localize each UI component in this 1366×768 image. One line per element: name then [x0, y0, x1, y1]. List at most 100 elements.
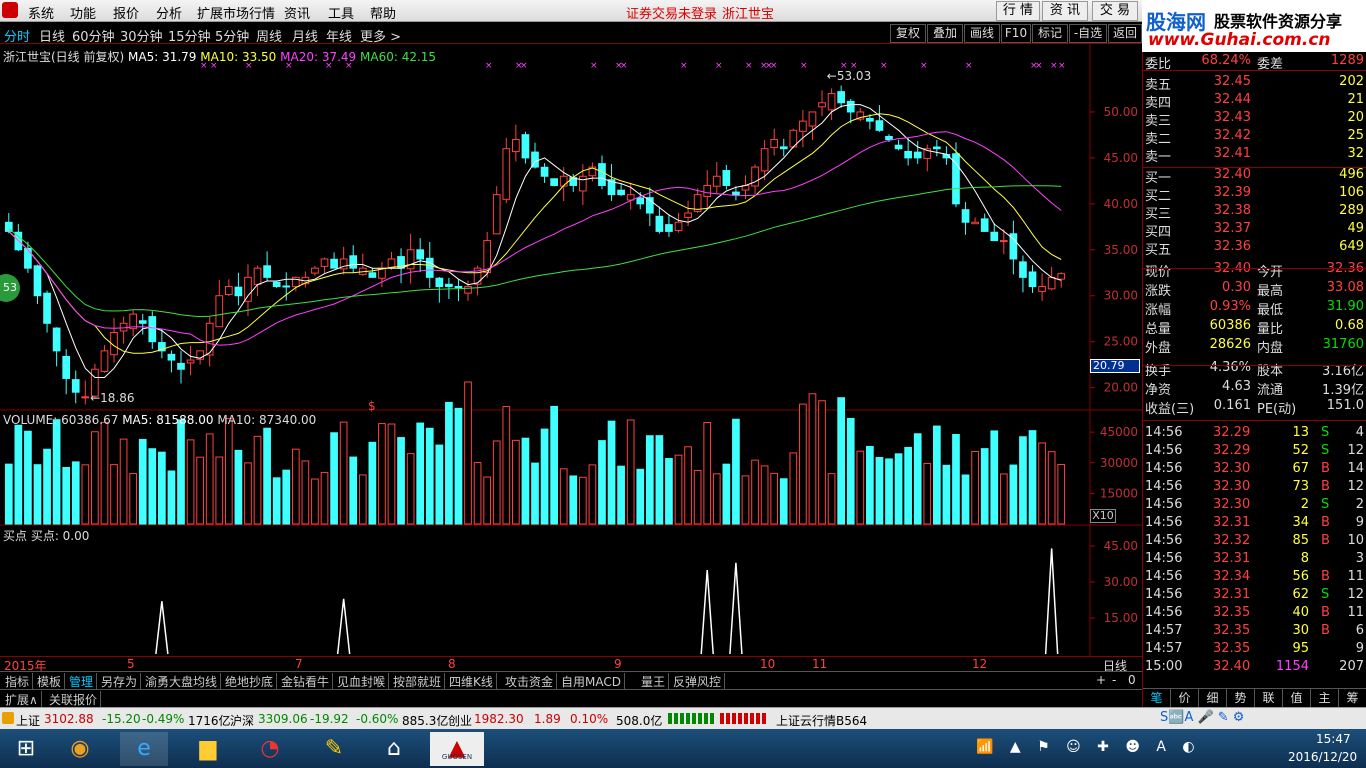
news-button[interactable]: 资 讯 [1042, 1, 1088, 21]
login-warning[interactable]: 证券交易未登录 [626, 3, 717, 22]
quote-row-3[interactable]: 总量 60386 量比 0.68 [1143, 317, 1366, 337]
menu-help[interactable]: 帮助 [370, 3, 396, 22]
tick-row[interactable]: 14:57 32.35 30 B 6 [1143, 622, 1366, 640]
menu-news[interactable]: 资讯 [284, 3, 310, 22]
buy-level-2[interactable]: 买二 32.39 106 [1143, 184, 1366, 204]
tick-row[interactable]: 14:56 32.31 8 3 [1143, 550, 1366, 568]
tray-icons[interactable]: 📶 ▲ ⚑ ☺ ✚ ☻ A ◐ [976, 739, 1201, 755]
menu-system[interactable]: 系统 [28, 3, 54, 22]
adjust-button[interactable]: 复权 [890, 24, 926, 43]
period-tab-intraday[interactable]: 分时 [4, 26, 30, 45]
detail-tab-4[interactable]: 联 [1255, 689, 1283, 707]
guosen-app-icon[interactable]: ▲ GUOSEN [430, 732, 484, 766]
tick-row[interactable]: 14:56 32.31 34 B 9 [1143, 514, 1366, 532]
quote-row-1[interactable]: 涨跌 0.30 最高 33.08 [1143, 279, 1366, 299]
sell-level-4[interactable]: 卖四 32.44 21 [1143, 91, 1366, 111]
formula-tab-2[interactable]: 管理 [66, 673, 98, 689]
tick-row[interactable]: 14:56 32.29 13 S 4 [1143, 424, 1366, 442]
menu-analysis[interactable]: 分析 [156, 3, 182, 22]
detail-tab-2[interactable]: 细 [1199, 689, 1227, 707]
sh-label[interactable]: 上证 [16, 712, 40, 729]
ie-icon[interactable]: e [120, 732, 168, 766]
tick-row[interactable]: 14:56 32.34 56 B 11 [1143, 568, 1366, 586]
formula-tab-12[interactable]: 量王 [638, 673, 670, 689]
formula-tab-1[interactable]: 模板 [34, 673, 66, 689]
market-button[interactable]: 行 情 [996, 1, 1040, 21]
detail-tab-0[interactable]: 笔 [1143, 689, 1171, 707]
tick-row[interactable]: 14:56 32.32 85 B 10 [1143, 532, 1366, 550]
formula-tab-9[interactable]: 四维K线 [446, 673, 497, 689]
sell-level-1[interactable]: 卖一 32.41 32 [1143, 145, 1366, 165]
tick-row[interactable]: 14:56 32.35 40 B 11 [1143, 604, 1366, 622]
weibi-row[interactable]: 委比 68.24% 委差 1289 [1143, 52, 1366, 72]
related-quote-tab[interactable]: 关联报价 [46, 691, 102, 707]
sell-level-3[interactable]: 卖三 32.43 20 [1143, 109, 1366, 129]
sell-level-2[interactable]: 卖二 32.42 25 [1143, 127, 1366, 147]
sell-level-5[interactable]: 卖五 32.45 202 [1143, 73, 1366, 93]
period-tab-15min[interactable]: 15分钟 [168, 26, 211, 45]
tick-row[interactable]: 14:56 32.31 62 S 12 [1143, 586, 1366, 604]
buy-level-3[interactable]: 买三 32.38 289 [1143, 202, 1366, 222]
tick-row[interactable]: 14:56 32.30 73 B 12 [1143, 478, 1366, 496]
menu-tools[interactable]: 工具 [328, 3, 354, 22]
cy-label[interactable]: 创业 [448, 712, 472, 729]
reset-button[interactable]: 0 [1128, 673, 1136, 687]
period-tab-daily[interactable]: 日线 [39, 26, 65, 45]
period-tab-60min[interactable]: 60分钟 [72, 26, 115, 45]
period-tab-5min[interactable]: 5分钟 [215, 26, 249, 45]
detail-tab-1[interactable]: 价 [1171, 689, 1199, 707]
formula-tab-7[interactable]: 见血封喉 [334, 673, 390, 689]
overlay-button[interactable]: 叠加 [927, 24, 963, 43]
period-tab-30min[interactable]: 30分钟 [120, 26, 163, 45]
zoom-in-button[interactable]: + [1096, 673, 1106, 687]
formula-tab-8[interactable]: 按部就班 [390, 673, 446, 689]
tick-row[interactable]: 14:57 32.35 95 9 [1143, 640, 1366, 658]
cloud-ticker[interactable]: 上证云行情B564 [776, 712, 867, 729]
menu-quote[interactable]: 报价 [113, 3, 139, 22]
fund-row-2[interactable]: 收益(三) 0.161 PE(动) 151.0 [1143, 397, 1366, 417]
expand-tab[interactable]: 扩展∧ [2, 691, 42, 707]
kline-chart-svg[interactable]: 50.00 45.00 40.00 35.00 30.00 25.00 20.00 45000… [0, 44, 1142, 656]
color-app-icon[interactable]: ◉ [56, 732, 104, 766]
tick-row[interactable]: 14:56 32.30 2 S 2 [1143, 496, 1366, 514]
formula-tab-4[interactable]: 渝勇大盘均线 [142, 673, 222, 689]
period-tab-yearly[interactable]: 年线 [326, 26, 352, 45]
fund-row-1[interactable]: 净资 4.63 流通 1.39亿 [1143, 378, 1366, 398]
formula-tab-11[interactable]: 自用MACD [558, 673, 625, 689]
pen-app-icon[interactable]: ✎ [310, 732, 358, 766]
mark-button[interactable]: 标记 [1032, 24, 1068, 43]
buy-level-1[interactable]: 买一 32.40 496 [1143, 166, 1366, 186]
fund-row-0[interactable]: 换手 4.36% 股本 3.16亿 [1143, 359, 1366, 379]
detail-tab-6[interactable]: 主 [1311, 689, 1339, 707]
trade-button[interactable]: 交 易 [1092, 1, 1138, 21]
back-button[interactable]: 返回 [1108, 24, 1142, 43]
formula-tab-3[interactable]: 另存为 [98, 673, 142, 689]
period-tab-more[interactable]: 更多 > [360, 26, 401, 45]
zoom-out-button[interactable]: - [1112, 673, 1116, 687]
clock-date[interactable]: 2016/12/20 [1288, 750, 1357, 764]
tick-row[interactable]: 14:56 32.29 52 S 12 [1143, 442, 1366, 460]
menu-extended-market[interactable]: 扩展市场行情 [197, 3, 275, 22]
quote-row-0[interactable]: 现价 32.40 今开 32.36 [1143, 260, 1366, 280]
buy-level-5[interactable]: 买五 32.36 649 [1143, 238, 1366, 258]
formula-tab-5[interactable]: 绝地抄底 [222, 673, 278, 689]
tick-row[interactable]: 14:56 32.30 67 B 14 [1143, 460, 1366, 478]
quote-row-2[interactable]: 涨幅 0.93% 最低 31.90 [1143, 298, 1366, 318]
formula-tab-10[interactable]: 攻击资金 [502, 673, 558, 689]
menu-function[interactable]: 功能 [70, 3, 96, 22]
home-icon[interactable]: ⌂ [370, 732, 418, 766]
folder-icon[interactable]: ▆ [184, 732, 232, 766]
sz-label[interactable]: 沪深 [230, 712, 254, 729]
formula-tab-13[interactable]: 反弹风控 [670, 673, 726, 689]
buy-level-4[interactable]: 买四 32.37 49 [1143, 220, 1366, 240]
detail-tab-3[interactable]: 势 [1227, 689, 1255, 707]
chart-app-icon[interactable]: ◔ [246, 732, 294, 766]
tick-row[interactable]: 15:00 32.40 1154 207 [1143, 658, 1366, 676]
ime-toolbar-icon[interactable]: S🔤A 🎤 ✎ ⚙ [1160, 710, 1244, 725]
clock-time[interactable]: 15:47 [1316, 732, 1351, 746]
period-tab-weekly[interactable]: 周线 [256, 26, 282, 45]
windows-start-icon[interactable]: ⊞ [2, 732, 50, 766]
detail-tab-5[interactable]: 值 [1283, 689, 1311, 707]
quote-row-4[interactable]: 外盘 28626 内盘 31760 [1143, 336, 1366, 356]
watchlist-button[interactable]: -自选 [1069, 24, 1107, 43]
